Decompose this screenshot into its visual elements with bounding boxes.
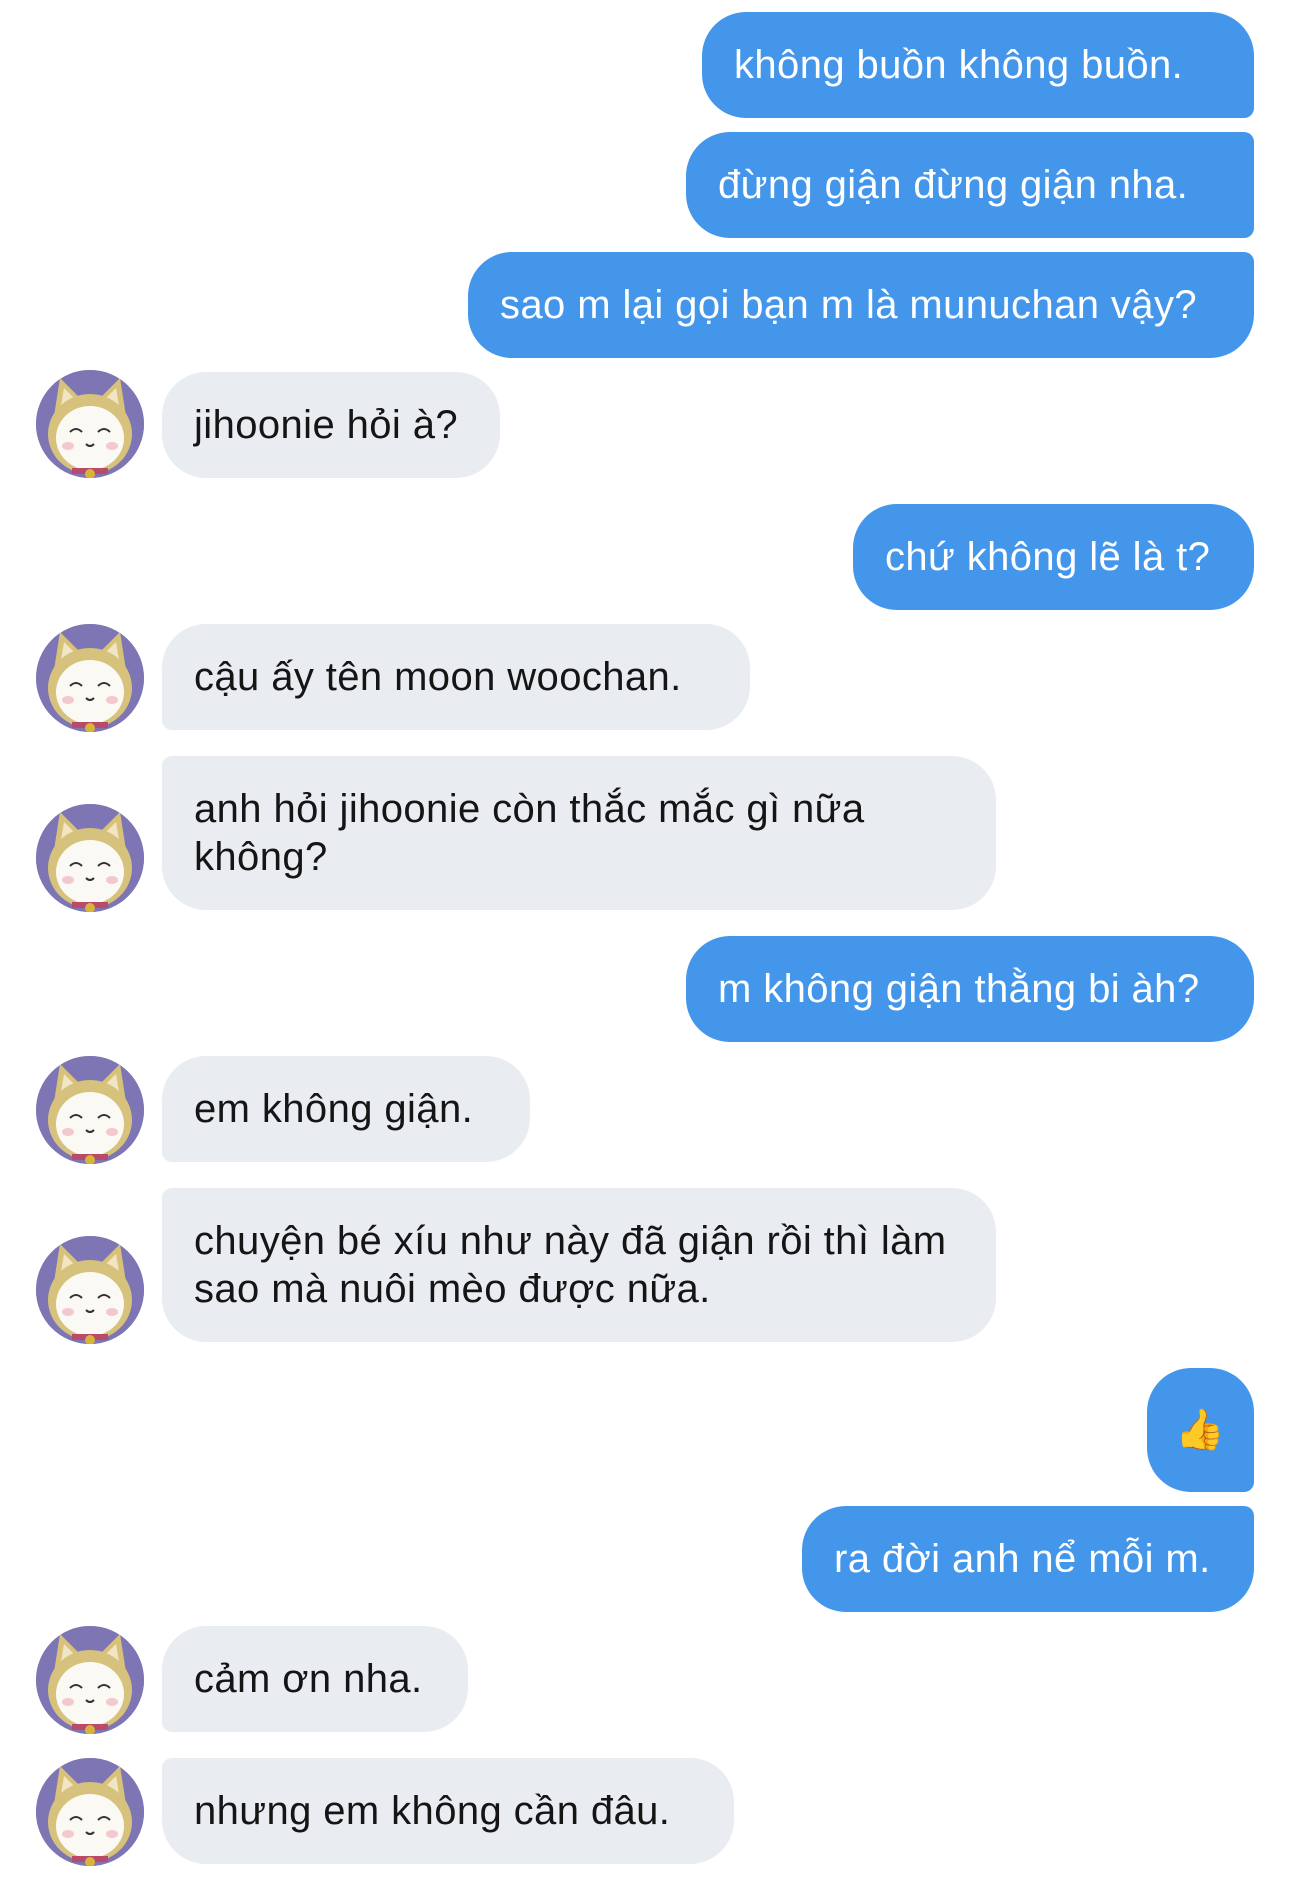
incoming-message[interactable]: cảm ơn nha. <box>162 1626 468 1732</box>
cat-avatar-icon <box>36 1056 144 1164</box>
message-text: đừng giận đừng giận nha. <box>718 163 1189 207</box>
cat-avatar-icon <box>36 1236 144 1344</box>
message-thread: không buồn không buồn. đừng giận đừng gi… <box>0 0 1290 1880</box>
cat-avatar-icon <box>36 370 144 478</box>
contact-avatar[interactable] <box>36 370 144 478</box>
cat-avatar-icon <box>36 1626 144 1734</box>
contact-avatar[interactable] <box>36 624 144 732</box>
incoming-message[interactable]: jihoonie hỏi à? <box>162 372 500 478</box>
incoming-message[interactable]: em không giận. <box>162 1056 530 1162</box>
contact-avatar[interactable] <box>36 1758 144 1866</box>
message-text: nhưng em không cần đâu. <box>194 1789 671 1833</box>
contact-avatar[interactable] <box>36 804 144 912</box>
outgoing-message[interactable]: đừng giận đừng giận nha. <box>686 132 1254 238</box>
incoming-message[interactable]: chuyện bé xíu như này đã giận rồi thì là… <box>162 1188 996 1342</box>
contact-avatar[interactable] <box>36 1056 144 1164</box>
contact-avatar[interactable] <box>36 1626 144 1734</box>
cat-avatar-icon <box>36 624 144 732</box>
cat-avatar-icon <box>36 1758 144 1866</box>
outgoing-message[interactable]: không buồn không buồn. <box>702 12 1254 118</box>
message-text: m không giận thằng bi àh? <box>718 967 1200 1011</box>
outgoing-message[interactable]: sao m lại gọi bạn m là munuchan vậy? <box>468 252 1254 358</box>
contact-avatar[interactable] <box>36 1236 144 1344</box>
message-text: jihoonie hỏi à? <box>194 403 458 447</box>
outgoing-message[interactable]: m không giận thằng bi àh? <box>686 936 1254 1042</box>
message-text: anh hỏi jihoonie còn thắc mắc gì nữa khô… <box>194 787 865 879</box>
message-text: cậu ấy tên moon woochan. <box>194 655 682 699</box>
message-text: sao m lại gọi bạn m là munuchan vậy? <box>500 283 1197 327</box>
incoming-message[interactable]: anh hỏi jihoonie còn thắc mắc gì nữa khô… <box>162 756 996 910</box>
outgoing-message[interactable]: chứ không lẽ là t? <box>853 504 1254 610</box>
outgoing-message[interactable]: ra đời anh nể mỗi m. <box>802 1506 1254 1612</box>
cat-avatar-icon <box>36 804 144 912</box>
message-text: không buồn không buồn. <box>734 43 1184 87</box>
message-text: cảm ơn nha. <box>194 1657 423 1701</box>
incoming-message[interactable]: cậu ấy tên moon woochan. <box>162 624 750 730</box>
message-text: chứ không lẽ là t? <box>885 535 1211 579</box>
message-text: ra đời anh nể mỗi m. <box>834 1537 1211 1581</box>
outgoing-message[interactable]: 👍 <box>1147 1368 1254 1492</box>
thumbs-up-icon: 👍 <box>1175 1408 1226 1452</box>
incoming-message[interactable]: nhưng em không cần đâu. <box>162 1758 734 1864</box>
message-text: chuyện bé xíu như này đã giận rồi thì là… <box>194 1219 947 1311</box>
message-text: em không giận. <box>194 1087 474 1131</box>
